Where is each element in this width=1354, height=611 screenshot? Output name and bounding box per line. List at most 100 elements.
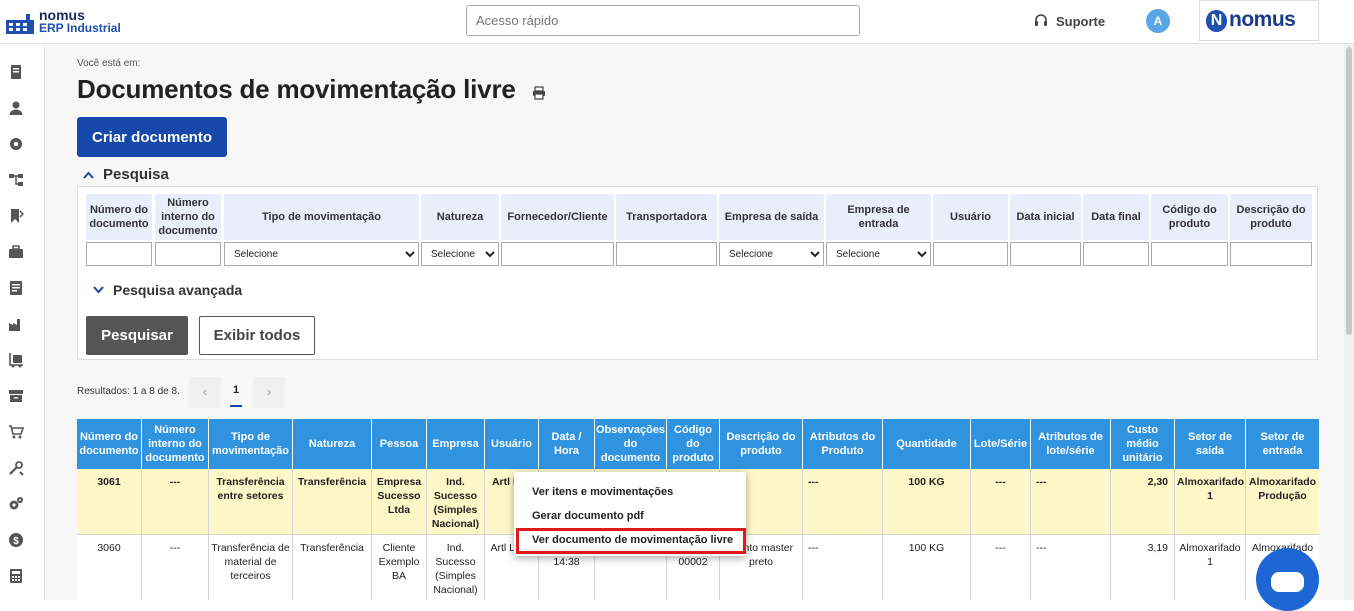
support-link[interactable]: Suporte bbox=[1034, 12, 1105, 30]
nomus-erp-logo[interactable]: nomus ERP Industrial bbox=[6, 8, 126, 36]
search-heading: Pesquisa bbox=[103, 166, 169, 183]
results-count: Resultados: 1 a 8 de 8. bbox=[77, 386, 180, 397]
user-icon[interactable] bbox=[8, 100, 24, 116]
table-cell: Empresa Sucesso Ltda bbox=[372, 469, 427, 535]
col-header-empresa[interactable]: Empresa bbox=[427, 419, 485, 469]
col-header-lote[interactable]: Lote/Série bbox=[971, 419, 1031, 469]
filter-header-data-inicial: Data inicial bbox=[1010, 194, 1081, 240]
table-cell: Cliente Exemplo BA bbox=[372, 535, 427, 600]
filter-header-data-final: Data final bbox=[1083, 194, 1149, 240]
descricao-produto-input[interactable] bbox=[1230, 242, 1312, 266]
codigo-produto-input[interactable] bbox=[1151, 242, 1228, 266]
search-button[interactable]: Pesquisar bbox=[86, 316, 188, 355]
bookmark-icon[interactable] bbox=[8, 208, 24, 224]
col-header-data-hora[interactable]: Data / Hora bbox=[539, 419, 595, 469]
report-icon[interactable] bbox=[8, 280, 24, 296]
table-cell: Ind. Sucesso (Simples Nacional) bbox=[427, 535, 485, 600]
show-all-button[interactable]: Exibir todos bbox=[199, 316, 315, 355]
support-label: Suporte bbox=[1056, 13, 1106, 29]
col-header-tipo[interactable]: Tipo de movimentação bbox=[209, 419, 293, 469]
print-icon[interactable] bbox=[532, 86, 546, 100]
table-cell: 3060 bbox=[77, 535, 142, 600]
calculator-icon[interactable] bbox=[8, 568, 24, 584]
scrollbar-thumb[interactable] bbox=[1346, 47, 1352, 335]
create-document-button[interactable]: Criar documento bbox=[77, 117, 227, 157]
advanced-search-label: Pesquisa avançada bbox=[113, 282, 243, 298]
col-header-numero-interno[interactable]: Número interno do documento bbox=[142, 419, 209, 469]
fornecedor-cliente-input[interactable] bbox=[501, 242, 614, 266]
company-brand-logo: N nomus bbox=[1199, 0, 1319, 41]
table-cell: 3061 bbox=[77, 469, 142, 535]
filter-header-fornecedor: Fornecedor/Cliente bbox=[501, 194, 614, 240]
breadcrumb: Você está em: bbox=[77, 58, 141, 69]
menu-item-ver-itens[interactable]: Ver itens e movimentações bbox=[532, 486, 673, 498]
page-scrollbar[interactable] bbox=[1344, 44, 1354, 600]
briefcase-icon[interactable] bbox=[8, 244, 24, 260]
table-cell: Transferência bbox=[293, 535, 372, 600]
col-header-usuario[interactable]: Usuário bbox=[485, 419, 539, 469]
page-title: Documentos de movimentação livre bbox=[77, 74, 516, 104]
filter-header-empresa-entrada: Empresa de entrada bbox=[826, 194, 931, 240]
filter-header-tipo: Tipo de movimentação bbox=[224, 194, 419, 240]
top-header: nomus ERP Industrial Suporte A N nomus bbox=[0, 0, 1354, 44]
search-toggle[interactable]: Pesquisa bbox=[83, 166, 169, 183]
col-header-atributos-produto[interactable]: Atributos do Produto bbox=[803, 419, 883, 469]
table-cell: Transferência entre setores bbox=[209, 469, 293, 535]
col-header-codigo[interactable]: Código do produto bbox=[667, 419, 720, 469]
col-header-natureza[interactable]: Natureza bbox=[293, 419, 372, 469]
tools-icon[interactable] bbox=[8, 460, 24, 476]
tipo-movimentacao-select[interactable]: Selecione bbox=[224, 242, 419, 266]
filter-header-numero: Número do documento bbox=[86, 194, 152, 240]
sidebar: $ bbox=[0, 44, 45, 600]
chevron-down-icon bbox=[93, 286, 104, 294]
empresa-saida-select[interactable]: Selecione bbox=[719, 242, 824, 266]
cart-icon[interactable] bbox=[8, 424, 24, 440]
money-icon[interactable]: $ bbox=[8, 532, 24, 548]
table-cell: 2,30 bbox=[1111, 469, 1175, 535]
table-cell: --- bbox=[1031, 535, 1111, 600]
archive-icon[interactable] bbox=[8, 388, 24, 404]
document-icon[interactable] bbox=[8, 64, 24, 80]
table-cell: --- bbox=[142, 469, 209, 535]
menu-item-gerar-pdf[interactable]: Gerar documento pdf bbox=[532, 510, 644, 522]
settings-icon[interactable] bbox=[8, 136, 24, 152]
factory-icon[interactable] bbox=[8, 316, 24, 332]
col-header-quantidade[interactable]: Quantidade bbox=[883, 419, 971, 469]
table-cell: --- bbox=[971, 535, 1031, 600]
filter-header-transportadora: Transportadora bbox=[616, 194, 717, 240]
col-header-custo[interactable]: Custo médio unitário bbox=[1111, 419, 1175, 469]
pagination-prev-button[interactable]: ‹ bbox=[189, 377, 221, 408]
chat-widget-button[interactable] bbox=[1256, 548, 1319, 611]
empresa-entrada-select[interactable]: Selecione bbox=[826, 242, 931, 266]
advanced-search-toggle[interactable]: Pesquisa avançada bbox=[93, 282, 242, 298]
table-cell: --- bbox=[142, 535, 209, 600]
gears-icon[interactable] bbox=[8, 496, 24, 512]
data-final-input[interactable] bbox=[1083, 242, 1149, 266]
user-avatar[interactable]: A bbox=[1146, 9, 1170, 33]
pagination-next-button[interactable]: › bbox=[253, 377, 285, 408]
forklift-icon[interactable] bbox=[8, 352, 24, 368]
col-header-numero[interactable]: Número do documento bbox=[77, 419, 142, 469]
usuario-input[interactable] bbox=[933, 242, 1008, 266]
numero-documento-input[interactable] bbox=[86, 242, 152, 266]
numero-interno-input[interactable] bbox=[155, 242, 221, 266]
col-header-pessoa[interactable]: Pessoa bbox=[372, 419, 427, 469]
hierarchy-icon[interactable] bbox=[8, 172, 24, 188]
col-header-descricao[interactable]: Descrição do produto bbox=[720, 419, 803, 469]
table-cell: 3,19 bbox=[1111, 535, 1175, 600]
building-logo-icon bbox=[6, 14, 34, 34]
table-cell: Transferência bbox=[293, 469, 372, 535]
pagination-current-page[interactable]: 1 bbox=[230, 384, 242, 396]
quick-access-input[interactable] bbox=[466, 5, 860, 36]
col-header-observacoes[interactable]: Observações do documento bbox=[595, 419, 667, 469]
natureza-select[interactable]: Selecione bbox=[421, 242, 499, 266]
table-cell: Almoxarifado 1 bbox=[1175, 469, 1246, 535]
col-header-atributos-lote[interactable]: Atributos de lote/série bbox=[1031, 419, 1111, 469]
data-inicial-input[interactable] bbox=[1010, 242, 1081, 266]
chat-bubble-icon bbox=[1271, 572, 1304, 592]
filter-header-usuario: Usuário bbox=[933, 194, 1008, 240]
col-header-setor-entrada[interactable]: Setor de entrada bbox=[1246, 419, 1319, 469]
filter-header-natureza: Natureza bbox=[421, 194, 499, 240]
col-header-setor-saida[interactable]: Setor de saída bbox=[1175, 419, 1246, 469]
transportadora-input[interactable] bbox=[616, 242, 717, 266]
